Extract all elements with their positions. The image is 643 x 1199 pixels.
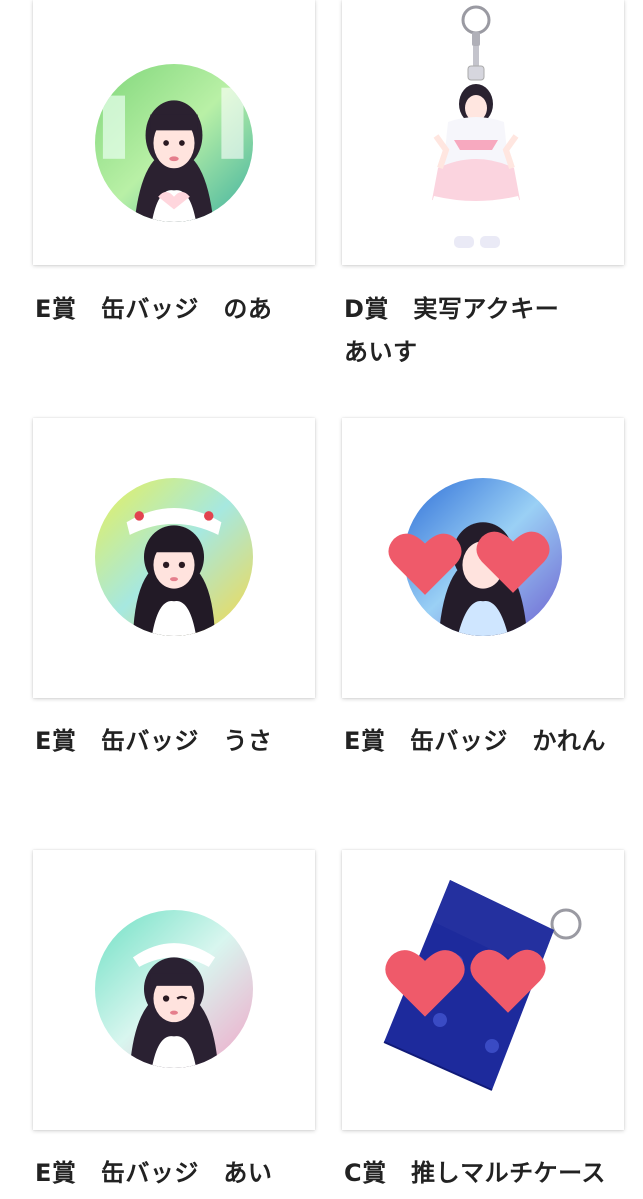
keychain-image: [430, 5, 522, 248]
product-title[interactable]: D賞 実写アクキー あいす: [344, 288, 594, 374]
product-image[interactable]: [33, 850, 315, 1130]
heart-icon: [470, 949, 546, 1013]
product-image[interactable]: [342, 0, 624, 265]
product-title[interactable]: E賞 缶バッジ うさ: [35, 720, 315, 763]
can-badge-image: [95, 910, 253, 1068]
product-title[interactable]: E賞 缶バッジ かれん: [344, 720, 614, 763]
product-card[interactable]: E賞 缶バッジ のあ: [33, 0, 315, 340]
product-card[interactable]: D賞 実写アクキー あいす: [342, 0, 624, 390]
product-title[interactable]: E賞 缶バッジ あい: [35, 1152, 315, 1195]
can-badge-image: [95, 64, 253, 222]
product-image[interactable]: [342, 850, 624, 1130]
product-title[interactable]: E賞 缶バッジ のあ: [35, 288, 315, 331]
product-image[interactable]: [33, 418, 315, 698]
product-card[interactable]: E賞 缶バッジ うさ: [33, 418, 315, 778]
product-image[interactable]: [33, 0, 315, 265]
heart-icon: [385, 950, 465, 1017]
product-image[interactable]: [342, 418, 624, 698]
product-card[interactable]: E賞 缶バッジ あい: [33, 850, 315, 1199]
heart-icon: [476, 531, 550, 593]
product-title[interactable]: C賞 推しマルチケース: [344, 1152, 626, 1195]
heart-icon: [388, 533, 462, 595]
product-card[interactable]: E賞 缶バッジ かれん: [342, 418, 624, 818]
product-card[interactable]: C賞 推しマルチケース: [342, 850, 624, 1199]
can-badge-image: [95, 478, 253, 636]
